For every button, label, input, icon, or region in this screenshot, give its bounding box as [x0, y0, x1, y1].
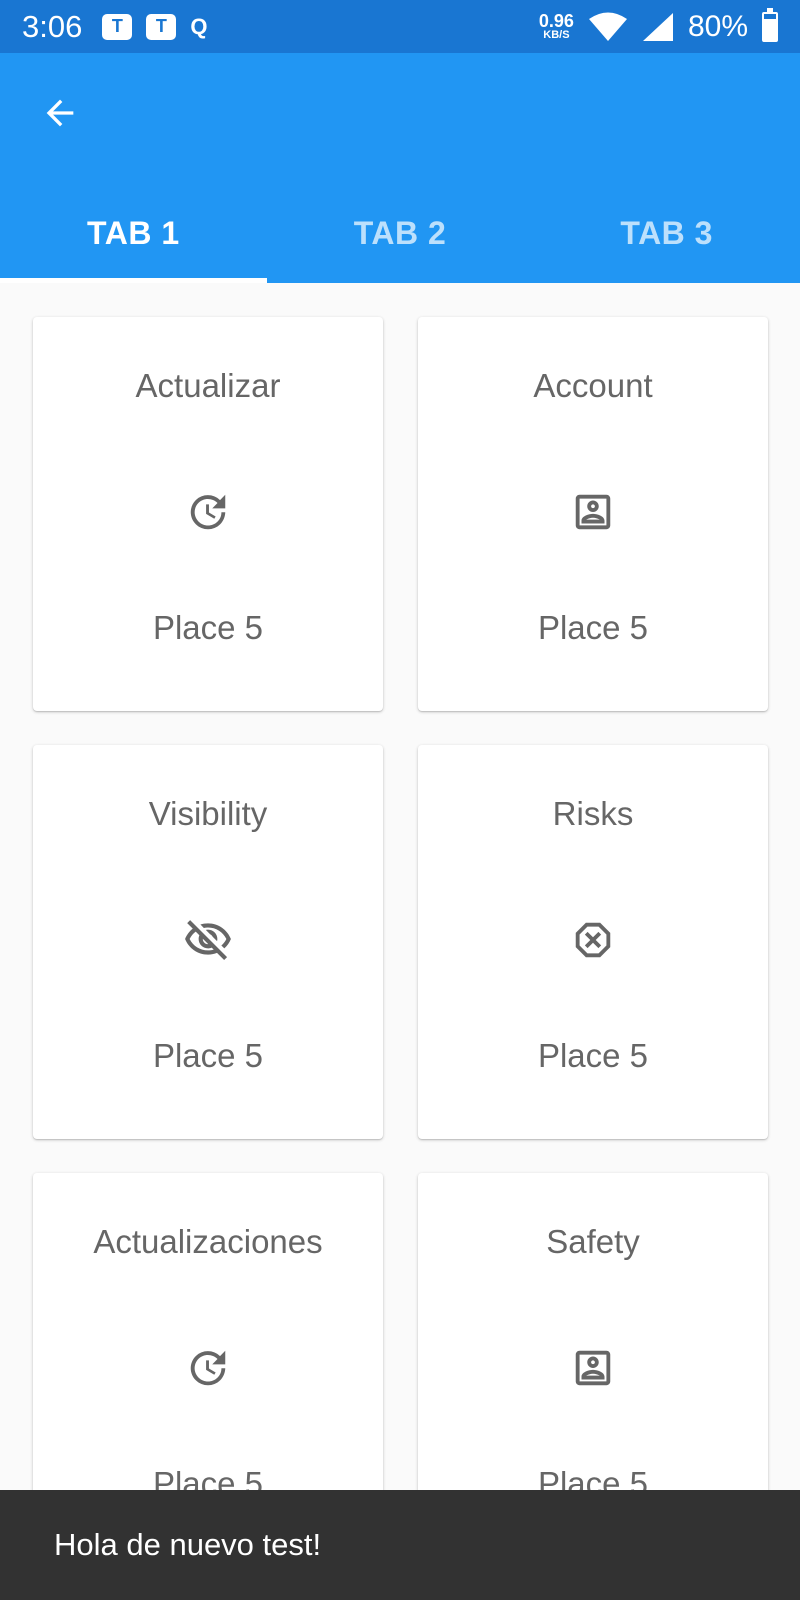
card-title: Safety — [546, 1223, 640, 1260]
tab-1[interactable]: TAB 1 — [0, 183, 267, 283]
back-button[interactable] — [30, 83, 90, 143]
network-speed-value: 0.96 — [538, 11, 574, 31]
arrow-back-icon — [46, 99, 74, 127]
card-grid: Actualizar Place 5 Account Place 5 Visib… — [33, 317, 768, 1567]
card-subtitle: Place 5 — [152, 609, 264, 646]
card-title: Risks — [552, 795, 634, 832]
status-time: 3:06 — [22, 8, 83, 44]
teams-notification-icon: T — [146, 13, 177, 40]
card-subtitle: Place 5 — [537, 609, 649, 646]
card-actualizar[interactable]: Actualizar Place 5 — [33, 317, 383, 711]
battery-icon — [762, 7, 778, 42]
snackbar: Hola de nuevo test! — [0, 1490, 800, 1600]
teams-notification-icon: T — [102, 13, 133, 40]
card-subtitle: Place 5 — [537, 1037, 649, 1074]
status-bar: 3:06 T T Q 0.96 KB/S 80% — [0, 0, 800, 53]
network-speed-unit: KB/S — [543, 29, 570, 41]
card-title: Actualizaciones — [93, 1223, 323, 1260]
cancel-octagon-icon — [568, 915, 618, 965]
tab-3[interactable]: TAB 3 — [533, 183, 800, 283]
snackbar-message: Hola de nuevo test! — [54, 1527, 322, 1562]
card-title: Actualizar — [135, 367, 281, 404]
account-box-icon — [568, 487, 618, 537]
tab-2[interactable]: TAB 2 — [267, 183, 534, 283]
network-speed: 0.96 KB/S — [539, 12, 574, 41]
battery-percentage: 80% — [687, 9, 748, 43]
cell-signal-icon — [642, 12, 673, 41]
update-icon — [183, 1343, 233, 1393]
card-title: Visibility — [148, 795, 268, 832]
q-notification-icon: Q — [190, 13, 208, 39]
card-account[interactable]: Account Place 5 — [418, 317, 768, 711]
card-risks[interactable]: Risks Place 5 — [418, 745, 768, 1139]
account-box-icon — [568, 1343, 618, 1393]
update-icon — [183, 487, 233, 537]
card-title: Account — [533, 367, 653, 404]
card-visibility[interactable]: Visibility Place 5 — [33, 745, 383, 1139]
visibility-off-icon — [183, 915, 233, 965]
app-bar: TAB 1 TAB 2 TAB 3 — [0, 53, 800, 283]
tab-bar: TAB 1 TAB 2 TAB 3 — [0, 183, 800, 283]
wifi-icon — [588, 12, 627, 41]
card-subtitle: Place 5 — [152, 1037, 264, 1074]
